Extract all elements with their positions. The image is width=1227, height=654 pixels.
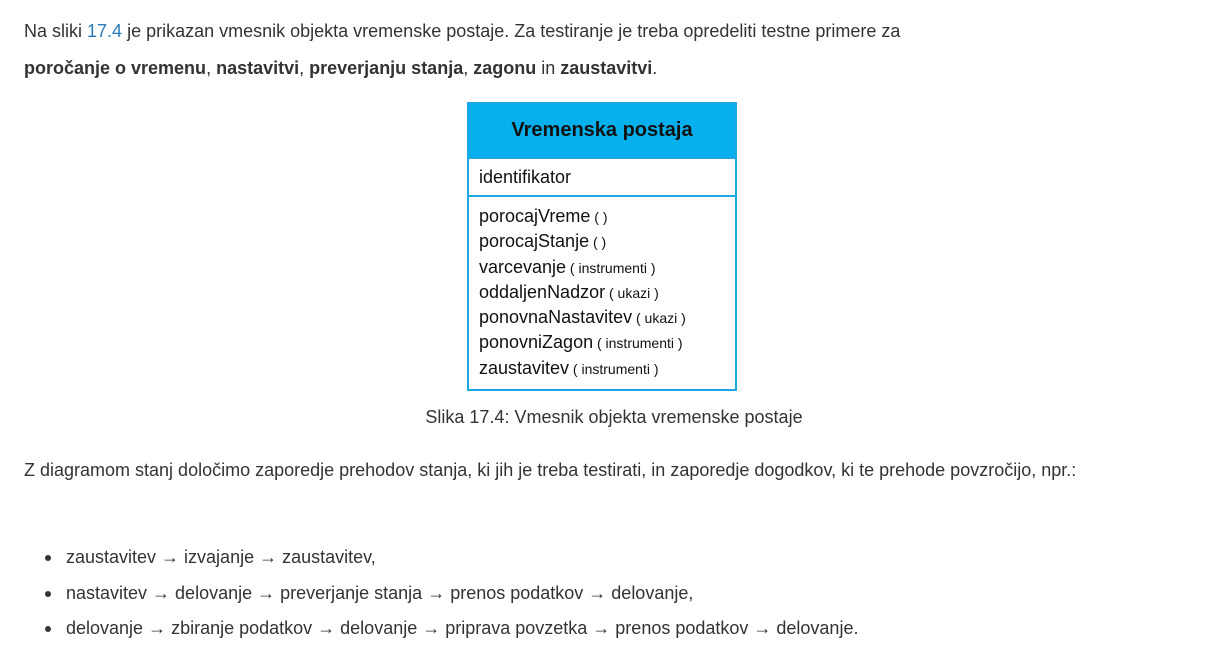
uml-operation: ponovniZagon ( instrumenti ) xyxy=(479,330,735,355)
operation-name: varcevanje xyxy=(479,256,567,277)
bullet-icon xyxy=(45,626,51,632)
operation-name: ponovnaNastavitev xyxy=(479,307,633,328)
list-item-text: zaustavitev → izvajanje → zaustavitev, xyxy=(66,547,376,567)
intro-term-startup: zagonu xyxy=(473,58,537,78)
operation-args: ( ) xyxy=(590,209,608,225)
uml-operation: varcevanje ( instrumenti ) xyxy=(479,255,735,280)
uml-operation: porocajVreme ( ) xyxy=(479,204,735,229)
intro-term-reporting: poročanje o vremenu xyxy=(24,58,207,78)
list-item: zaustavitev → izvajanje → zaustavitev, xyxy=(45,540,858,576)
bullet-icon xyxy=(45,555,51,561)
uml-operation: porocajStanje ( ) xyxy=(479,229,735,254)
operation-args: ( ukazi ) xyxy=(632,310,686,327)
list-item: nastavitev → delovanje → preverjanje sta… xyxy=(45,576,858,612)
operation-args: ( instrumenti ) xyxy=(569,360,659,377)
list-item: delovanje → zbiranje podatkov → delovanj… xyxy=(45,611,859,647)
intro-sep: , xyxy=(299,58,310,78)
intro-term-shutdown: zaustavitvi xyxy=(560,58,653,78)
operation-args: ( instrumenti ) xyxy=(593,335,683,352)
intro-prefix: Na sliki xyxy=(24,21,88,41)
intro-end: . xyxy=(652,58,658,78)
figure-caption: Slika 17.4: Vmesnik objekta vremenske po… xyxy=(425,407,803,427)
operation-args: ( ukazi ) xyxy=(605,284,659,301)
transition-sequence-list: zaustavitev → izvajanje → zaustavitev, n… xyxy=(24,540,858,647)
uml-operations: porocajVreme ( ) porocajStanje ( ) varce… xyxy=(469,197,735,381)
intro-middle: je prikazan vmesnik objekta vremenske po… xyxy=(122,21,901,41)
operation-name: zaustavitev xyxy=(479,357,570,378)
operation-name: porocajStanje xyxy=(479,231,590,252)
operation-args: ( instrumenti ) xyxy=(566,259,656,276)
operation-name: oddaljenNadzor xyxy=(479,281,606,302)
uml-class-name: Vremenska postaja xyxy=(469,104,735,159)
uml-attribute: identifikator xyxy=(469,159,735,197)
state-diagram-paragraph: Z diagramom stanj določimo zaporedje pre… xyxy=(24,460,1077,480)
uml-operation: oddaljenNadzor ( ukazi ) xyxy=(479,280,735,305)
uml-class-diagram: Vremenska postaja identifikator porocajV… xyxy=(467,102,737,391)
list-item-text: delovanje → zbiranje podatkov → delovanj… xyxy=(66,618,859,638)
list-item-text: nastavitev → delovanje → preverjanje sta… xyxy=(66,582,694,603)
uml-operation: zaustavitev ( instrumenti ) xyxy=(479,356,735,381)
intro-sep: in xyxy=(536,58,561,78)
intro-paragraph: Na sliki 17.4 je prikazan vmesnik objekt… xyxy=(24,13,1204,87)
intro-sep: , xyxy=(463,58,474,78)
intro-sep: , xyxy=(206,58,217,78)
operation-name: porocajVreme xyxy=(479,206,591,226)
uml-operation: ponovnaNastavitev ( ukazi ) xyxy=(479,305,735,330)
intro-term-setup: nastavitvi xyxy=(216,58,300,78)
bullet-icon xyxy=(45,590,51,597)
intro-term-status: preverjanju stanja xyxy=(309,58,464,78)
operation-args: ( ) xyxy=(589,234,607,251)
operation-name: ponovniZagon xyxy=(479,332,594,353)
figure-link[interactable]: 17.4 xyxy=(87,21,122,41)
